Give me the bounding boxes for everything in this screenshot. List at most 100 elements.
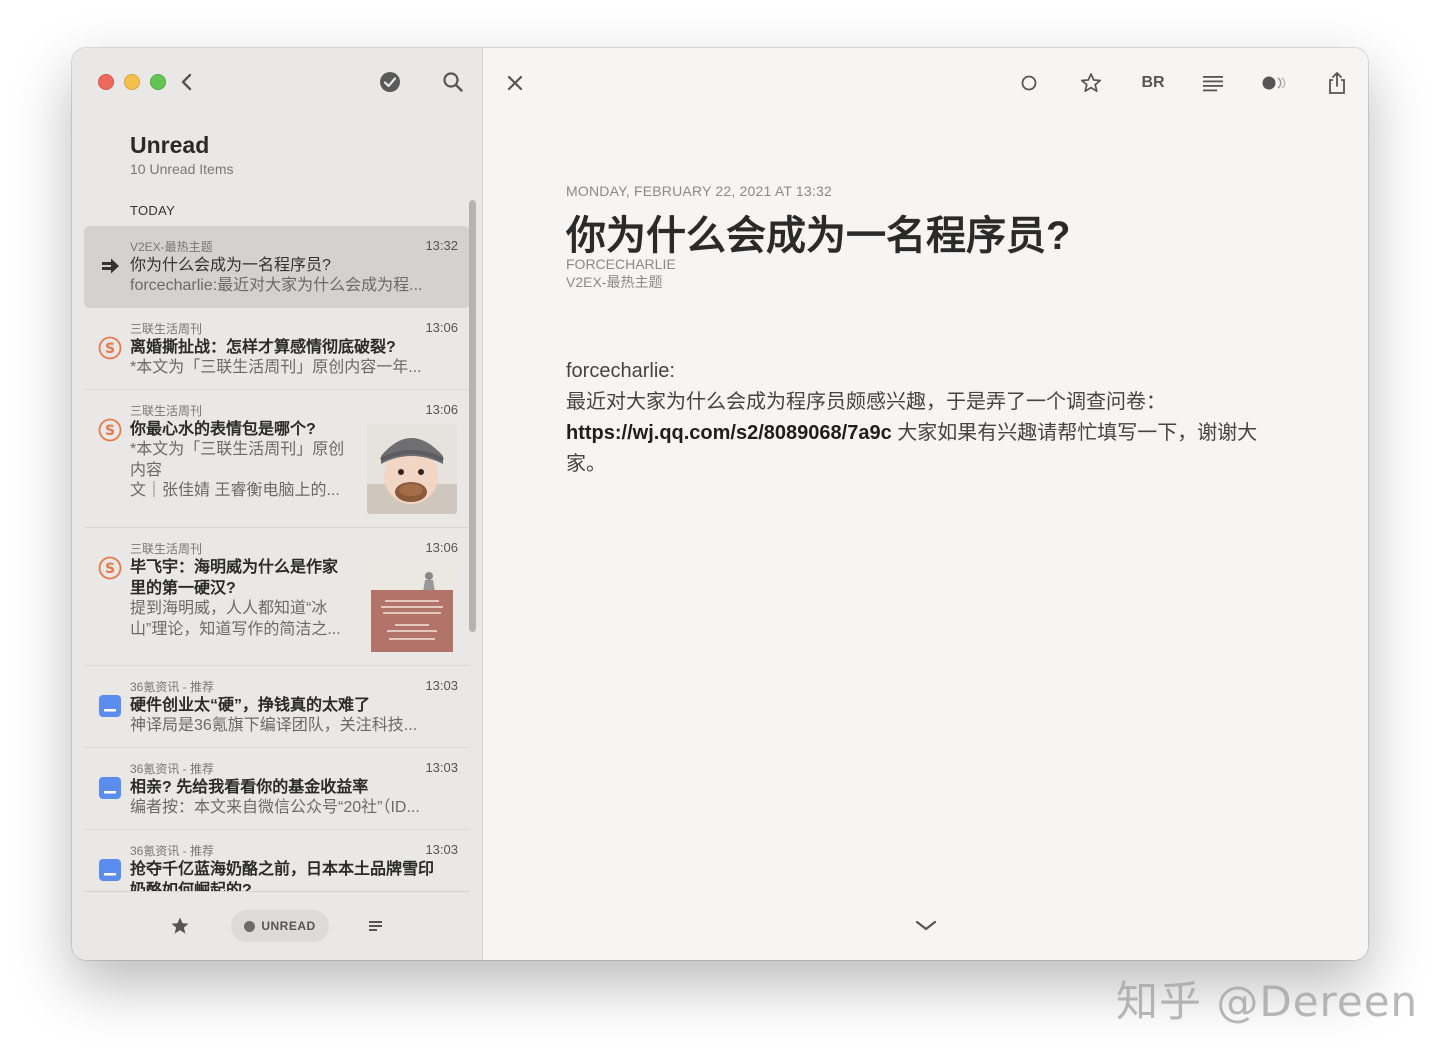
svg-text:S: S <box>105 423 115 439</box>
item-time: 13:03 <box>425 842 458 857</box>
article-title: 你为什么会成为一名程序员? <box>566 214 1071 258</box>
window-controls <box>98 74 166 90</box>
36kr-feed-icon <box>98 776 122 800</box>
baby-eating-cookie-thumbnail <box>367 424 457 514</box>
unread-filter-label: UNREAD <box>261 919 316 933</box>
star-article-button[interactable] <box>1078 70 1104 96</box>
item-time: 13:06 <box>425 320 458 335</box>
arrow-right-icon <box>98 254 122 278</box>
all-items-filter-button[interactable] <box>368 918 384 934</box>
item-time: 13:06 <box>425 540 458 555</box>
item-source: V2EX-最热主题 <box>130 240 213 254</box>
item-title: 硬件创业太“硬”，挣钱真的太难了 <box>130 697 371 714</box>
circle-outline-icon <box>1021 75 1037 91</box>
item-source: 三联生活周刊 <box>130 542 203 556</box>
starred-filter-button[interactable] <box>170 916 190 936</box>
item-excerpt: 编者按：本文来自微信公众号“20社”（ID... <box>130 799 420 816</box>
36kr-feed-icon <box>98 694 122 718</box>
sidebar-footer: UNREAD <box>84 891 470 960</box>
star-outline-icon <box>1080 73 1102 93</box>
survey-link[interactable]: https://wj.qq.com/s2/8089068/7a9c <box>566 422 892 444</box>
search-button[interactable] <box>442 70 464 94</box>
item-time: 13:03 <box>425 760 458 775</box>
item-source: 三联生活周刊 <box>130 404 203 418</box>
item-excerpt: 提到海明威，人人都知道“冰 <box>130 600 328 617</box>
watermark: 知乎 @Dereen <box>1116 977 1419 1026</box>
item-excerpt: 神译局是36氪旗下编译团队，关注科技... <box>130 717 418 734</box>
sanlian-feed-icon: S <box>98 556 122 580</box>
list-item[interactable]: 36氪资讯 - 推荐 13:03 硬件创业太“硬”，挣钱真的太难了 神译局是36… <box>84 666 470 748</box>
item-source: 36氪资讯 - 推荐 <box>130 680 215 694</box>
article-author: FORCECHARLIE <box>566 256 676 272</box>
item-excerpt: forcecharlie:最近对大家为什么会成为程... <box>130 277 423 294</box>
unread-filter-button[interactable]: UNREAD <box>231 910 329 942</box>
list-item[interactable]: 36氪资讯 - 推荐 13:03 抢夺千亿蓝海奶酪之前，日本本土品牌雪印 奶酪如… <box>84 830 470 892</box>
zoom-window-button[interactable] <box>150 74 166 90</box>
section-header-today: TODAY <box>130 203 176 218</box>
item-title: 里的第一硬汉? <box>130 580 236 597</box>
share-button[interactable] <box>1324 70 1350 96</box>
item-title: 你为什么会成为一名程序员? <box>130 257 331 274</box>
item-excerpt: 内容 <box>130 461 163 479</box>
book-page-thumbnail <box>367 562 457 652</box>
item-excerpt: 山”理论，知道写作的简洁之... <box>130 620 341 638</box>
star-filled-icon <box>171 917 189 934</box>
item-time: 13:06 <box>425 402 458 417</box>
item-excerpt: *本文为「三联生活周刊」原创内容一年... <box>130 359 422 376</box>
item-time: 13:03 <box>425 678 458 693</box>
chevron-left-icon <box>181 73 192 91</box>
reader-view-toggle[interactable] <box>1260 70 1290 96</box>
list-item[interactable]: S 三联生活周刊 13:06 离婚撕扯战：怎样才算感情彻底破裂? *本文为「三联… <box>84 308 470 390</box>
unread-dot-icon <box>244 920 256 932</box>
body-paragraph: forcecharlie: <box>566 360 675 382</box>
svg-text:S: S <box>105 341 115 357</box>
checkmark-circle-icon <box>380 72 400 92</box>
sidebar: Unread 10 Unread Items TODAY V2EX-最热主题 1… <box>72 48 483 960</box>
list-item[interactable]: V2EX-最热主题 13:32 你为什么会成为一名程序员? forcecharl… <box>84 226 470 308</box>
chevron-down-icon <box>915 920 937 931</box>
item-time: 13:32 <box>425 238 458 253</box>
list-title: Unread <box>130 132 210 158</box>
body-paragraph: 最近对大家为什么会成为程序员颇感兴趣，于是弄了一个调查问卷： <box>566 387 1290 418</box>
list-item[interactable]: 36氪资讯 - 推荐 13:03 相亲? 先给我看看你的基金收益率 编者按：本文… <box>84 748 470 830</box>
article-pane: BR MONDAY, FEBRUARY 22, 2021 AT 13:32 你为… <box>484 48 1368 960</box>
item-title: 离婚撕扯战：怎样才算感情彻底破裂? <box>130 339 396 356</box>
mark-all-read-button[interactable] <box>378 70 402 94</box>
item-source: 三联生活周刊 <box>130 322 203 336</box>
share-icon <box>1329 72 1345 94</box>
list-item[interactable]: S 三联生活周刊 13:06 毕飞宇：海明威为什么是作家 里的第一硬汉? 提到海… <box>84 528 470 666</box>
minimize-window-button[interactable] <box>124 74 140 90</box>
mark-unread-button[interactable] <box>1016 70 1042 96</box>
list-item[interactable]: S 三联生活周刊 13:06 你最心水的表情包是哪个? *本文为「三联生活周刊」… <box>84 390 470 528</box>
article-feed: V2EX-最热主题 <box>566 274 663 290</box>
item-title: 抢夺千亿蓝海奶酪之前，日本本土品牌雪印 <box>130 861 435 878</box>
list-subtitle: 10 Unread Items <box>130 161 234 177</box>
body-paragraph: https://wj.qq.com/s2/8089068/7a9c 大家如果有兴… <box>566 418 1290 480</box>
close-article-button[interactable] <box>502 70 528 96</box>
list-scrollbar[interactable] <box>469 200 476 632</box>
app-window: Unread 10 Unread Items TODAY V2EX-最热主题 1… <box>72 48 1368 960</box>
item-title: 相亲? 先给我看看你的基金收益率 <box>130 779 369 796</box>
back-button[interactable] <box>176 70 198 94</box>
next-article-button[interactable] <box>914 914 938 938</box>
body-text: 最近对大家为什么会成为程序员颇感兴趣，于是弄了一个调查问卷： <box>566 391 1166 413</box>
sanlian-feed-icon: S <box>98 418 122 442</box>
text-style-button[interactable] <box>1200 70 1226 96</box>
search-icon <box>443 72 463 92</box>
article-body: forcecharlie: 最近对大家为什么会成为程序员颇感兴趣，于是弄了一个调… <box>566 356 1290 480</box>
36kr-feed-icon <box>98 858 122 882</box>
close-icon <box>507 75 523 91</box>
svg-text:S: S <box>105 561 115 577</box>
bionic-reading-button[interactable]: BR <box>1138 70 1168 96</box>
item-source: 36氪资讯 - 推荐 <box>130 844 215 858</box>
item-title: 毕飞宇：海明威为什么是作家 <box>130 559 339 576</box>
close-window-button[interactable] <box>98 74 114 90</box>
reader-toggle-icon <box>1262 76 1286 90</box>
item-source: 36氪资讯 - 推荐 <box>130 762 215 776</box>
item-excerpt: *本文为「三联生活周刊」原创 <box>130 441 345 458</box>
article-date: MONDAY, FEBRUARY 22, 2021 AT 13:32 <box>566 183 832 199</box>
article-list: V2EX-最热主题 13:32 你为什么会成为一名程序员? forcecharl… <box>84 226 470 892</box>
text-align-icon <box>1203 76 1223 92</box>
sanlian-feed-icon: S <box>98 336 122 360</box>
item-title: 你最心水的表情包是哪个? <box>130 421 316 438</box>
